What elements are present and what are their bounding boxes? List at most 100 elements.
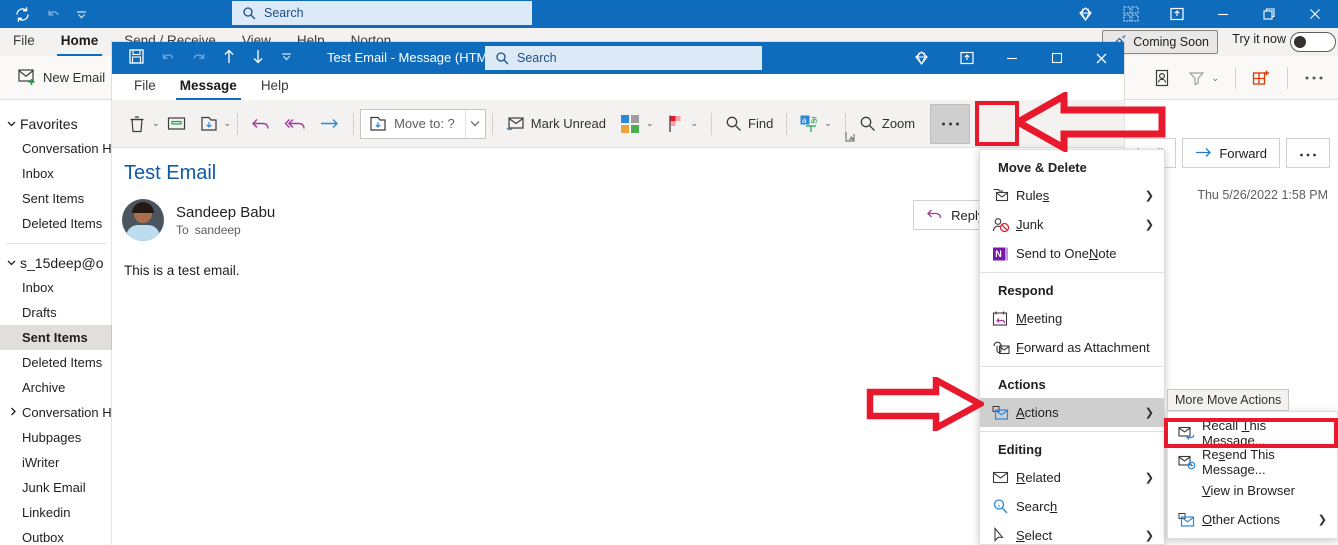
tab-file[interactable]: File bbox=[0, 28, 48, 56]
sidebar-item-drafts[interactable]: Drafts bbox=[0, 300, 112, 325]
outlook-ribbon-overflow-button[interactable] bbox=[1296, 71, 1332, 85]
move-chevron-down-icon[interactable]: ⌄ bbox=[224, 118, 232, 129]
ribbon-display-grid-icon[interactable] bbox=[1108, 0, 1154, 28]
move-to-chevron-down-icon[interactable] bbox=[464, 109, 485, 138]
sidebar-item-hubpages[interactable]: Hubpages bbox=[0, 425, 112, 450]
previous-item-icon[interactable] bbox=[222, 48, 236, 68]
overflow-dropdown-menu: Move & Delete Rules ❯ Junk ❯ N Send to O… bbox=[979, 149, 1165, 545]
translate-chevron-down-icon[interactable]: ⌄ bbox=[824, 118, 832, 129]
message-body-text: This is a test email. bbox=[124, 263, 240, 278]
menu-item-related[interactable]: Related ❯ bbox=[980, 463, 1164, 492]
qat-chevron-down-icon[interactable] bbox=[75, 8, 88, 21]
outlook-titlebar: Search bbox=[0, 0, 1338, 28]
menu-item-send-to-onenote[interactable]: N Send to OneNote bbox=[980, 239, 1164, 268]
forward-ribbon-button[interactable] bbox=[313, 112, 347, 135]
sidebar-item-linkedin[interactable]: Linkedin bbox=[0, 500, 112, 525]
sidebar-item-deleted-items-fav[interactable]: Deleted Items bbox=[0, 211, 112, 236]
delete-button[interactable] bbox=[122, 110, 152, 138]
chevron-right-icon: ❯ bbox=[1317, 514, 1327, 526]
flag-chevron-down-icon[interactable]: ⌄ bbox=[690, 118, 698, 129]
move-button[interactable] bbox=[193, 110, 224, 138]
sidebar-item-junk-email[interactable]: Junk Email bbox=[0, 475, 112, 500]
close-icon[interactable] bbox=[1079, 42, 1124, 74]
reading-pane-more-button[interactable] bbox=[1286, 138, 1330, 168]
maximize-icon[interactable] bbox=[1034, 42, 1079, 74]
menu-item-label: Actions bbox=[1016, 405, 1059, 420]
follow-up-flag-button[interactable]: ⌄ bbox=[660, 109, 705, 138]
sidebar-item-iwriter[interactable]: iWriter bbox=[0, 450, 112, 475]
menu-item-label: Forward as Attachment bbox=[1016, 340, 1150, 355]
redo-icon[interactable] bbox=[191, 49, 207, 68]
message-ribbon-overflow-button[interactable] bbox=[930, 103, 971, 144]
account-group-header[interactable]: s_15deep@o bbox=[0, 251, 112, 275]
sidebar-item-conversation-history-fav[interactable]: Conversation H bbox=[0, 136, 112, 161]
sidebar-item-sent-items-fav[interactable]: Sent Items bbox=[0, 186, 112, 211]
zoom-button[interactable]: Zoom bbox=[852, 110, 922, 137]
minimize-icon[interactable] bbox=[1200, 0, 1246, 28]
sidebar-item-conversation-history[interactable]: Conversation H bbox=[0, 400, 112, 425]
qat-chevron-down-icon[interactable] bbox=[280, 50, 293, 66]
message-quick-access-toolbar bbox=[112, 48, 293, 68]
recall-icon bbox=[1178, 425, 1202, 441]
sync-icon[interactable] bbox=[14, 6, 31, 23]
menu-item-recall-this-message[interactable]: Recall This Message... bbox=[1168, 418, 1337, 448]
menu-item-meeting[interactable]: Meeting bbox=[980, 304, 1164, 333]
restore-panel-icon[interactable] bbox=[1154, 0, 1200, 28]
message-tab-message[interactable]: Message bbox=[168, 74, 249, 100]
outlook-search-input[interactable]: Search bbox=[232, 1, 532, 25]
delete-chevron-down-icon[interactable]: ⌄ bbox=[152, 118, 160, 129]
sidebar-item-sent-items[interactable]: Sent Items bbox=[0, 325, 112, 350]
message-search-input[interactable]: Search bbox=[485, 46, 762, 70]
mark-unread-button[interactable]: Mark Unread bbox=[499, 110, 613, 137]
translate-button[interactable]: aあ ⌄ bbox=[793, 110, 839, 138]
filter-icon[interactable]: ⌄ bbox=[1180, 66, 1227, 90]
close-icon[interactable] bbox=[1292, 0, 1338, 28]
coming-soon-toggle[interactable] bbox=[1290, 32, 1336, 52]
favorites-group-header[interactable]: Favorites bbox=[0, 112, 112, 136]
undo-icon[interactable] bbox=[45, 6, 61, 22]
add-app-icon[interactable] bbox=[1244, 65, 1279, 91]
new-email-button[interactable]: New Email bbox=[10, 64, 113, 92]
menu-item-forward-as-attachment[interactable]: Forward as Attachment bbox=[980, 333, 1164, 362]
chevron-right-icon: ❯ bbox=[1144, 219, 1154, 231]
forward-attachment-icon bbox=[992, 340, 1016, 356]
restore-panel-icon[interactable] bbox=[944, 42, 989, 74]
sidebar-item-inbox-fav[interactable]: Inbox bbox=[0, 161, 112, 186]
menu-divider bbox=[980, 272, 1164, 273]
menu-item-view-in-browser[interactable]: View in Browser bbox=[1168, 476, 1337, 505]
save-icon[interactable] bbox=[128, 48, 145, 68]
menu-item-other-actions[interactable]: Other Actions ❯ bbox=[1168, 505, 1337, 534]
sidebar-item-archive[interactable]: Archive bbox=[0, 375, 112, 400]
sidebar-item-inbox[interactable]: Inbox bbox=[0, 275, 112, 300]
sidebar-item-deleted-items[interactable]: Deleted Items bbox=[0, 350, 112, 375]
categorize-button[interactable]: ⌄ bbox=[613, 109, 661, 138]
message-ribbon: ⌄ ⌄ Move to: ? Mark Unread ⌄ ⌄ Find a あ … bbox=[112, 100, 1124, 148]
categorize-chevron-down-icon[interactable]: ⌄ bbox=[646, 118, 654, 129]
message-tab-help[interactable]: Help bbox=[249, 74, 301, 100]
next-item-icon[interactable] bbox=[251, 48, 265, 68]
menu-item-rules[interactable]: Rules ❯ bbox=[980, 181, 1164, 210]
find-button[interactable]: Find bbox=[718, 110, 780, 137]
address-book-icon[interactable] bbox=[1146, 65, 1178, 91]
move-to-dropdown[interactable]: Move to: ? bbox=[360, 108, 486, 139]
menu-item-search[interactable]: Search bbox=[980, 492, 1164, 521]
reply-ribbon-button[interactable] bbox=[244, 111, 277, 136]
archive-button[interactable] bbox=[160, 110, 193, 137]
restore-icon[interactable] bbox=[1246, 0, 1292, 28]
diamond-icon[interactable] bbox=[1062, 0, 1108, 28]
filter-chevron-down-icon[interactable]: ⌄ bbox=[1211, 73, 1219, 84]
tags-dialog-launcher-icon[interactable] bbox=[845, 130, 856, 145]
menu-item-select[interactable]: Select ❯ bbox=[980, 521, 1164, 545]
reading-pane-forward-button[interactable]: Forward bbox=[1182, 138, 1280, 168]
minimize-icon[interactable] bbox=[989, 42, 1034, 74]
sidebar-item-outbox[interactable]: Outbox bbox=[0, 525, 112, 545]
reply-all-ribbon-button[interactable] bbox=[277, 111, 313, 136]
undo-icon[interactable] bbox=[160, 49, 176, 68]
svg-text:a: a bbox=[802, 116, 807, 125]
tab-home[interactable]: Home bbox=[48, 28, 112, 56]
message-tab-file[interactable]: File bbox=[122, 74, 168, 100]
menu-item-resend-this-message[interactable]: Resend This Message... bbox=[1168, 447, 1337, 477]
menu-item-junk[interactable]: Junk ❯ bbox=[980, 210, 1164, 239]
menu-item-actions[interactable]: Actions ❯ bbox=[980, 398, 1164, 427]
diamond-icon[interactable] bbox=[899, 42, 944, 74]
